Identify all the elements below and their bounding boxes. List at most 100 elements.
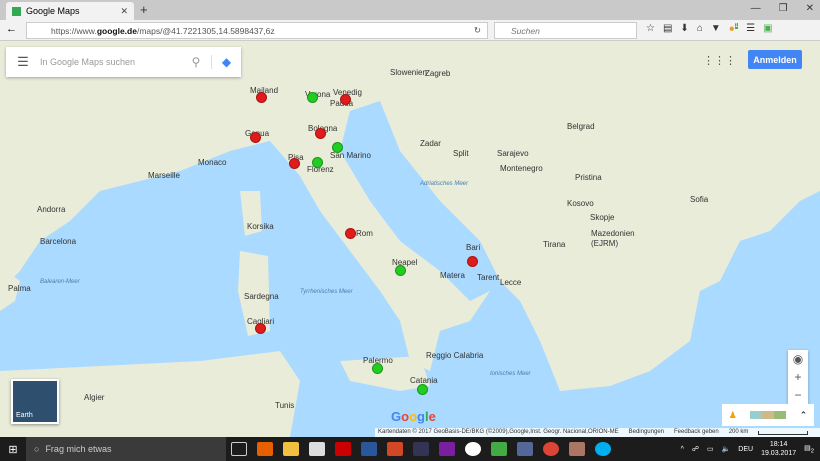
map-label-cities[interactable]: Marseille [148, 171, 180, 180]
map-label-seas[interactable]: Adriatisches Meer [420, 181, 468, 187]
restore-button[interactable]: ❐ [779, 3, 788, 14]
map-label-seas[interactable]: Tyrrhenisches Meer [300, 289, 353, 295]
hamburger-menu-icon[interactable]: ☰ [6, 54, 40, 70]
map-marker-red[interactable] [467, 256, 478, 267]
minimize-button[interactable]: — [751, 3, 761, 14]
task-view-icon[interactable] [231, 442, 247, 456]
firefox-icon[interactable] [257, 442, 273, 456]
map-marker-red[interactable] [289, 158, 300, 169]
app-icon[interactable] [335, 442, 351, 456]
imagery-thumbnails[interactable] [750, 411, 787, 419]
tab-google-maps[interactable]: Google Maps ✕ [6, 2, 134, 20]
map-label-countries[interactable]: Montenegro [500, 164, 543, 173]
map-canvas[interactable]: ItalienRumänienKroatienSlowenienBosnien … [0, 41, 820, 437]
powerpoint-icon[interactable] [387, 442, 403, 456]
game-icon[interactable] [413, 442, 429, 456]
map-label-countries[interactable]: (EJRM) [591, 239, 618, 248]
messenger-icon[interactable] [465, 442, 481, 456]
map-marker-red[interactable] [345, 228, 356, 239]
pocket-icon[interactable]: ▼ [711, 23, 721, 34]
map-marker-green[interactable] [395, 265, 406, 276]
app-icon-2[interactable] [569, 442, 585, 456]
expand-icon[interactable]: ⌃ [800, 410, 808, 421]
battery-icon[interactable]: ▭ [707, 445, 714, 453]
cortana-search[interactable]: ○ Frag mich etwas [26, 437, 226, 461]
map-label-cities[interactable]: Bari [466, 243, 480, 252]
viber-icon[interactable] [439, 442, 455, 456]
map-marker-red[interactable] [340, 94, 351, 105]
clipboard-icon[interactable]: ▤ [663, 23, 672, 34]
feedback-link[interactable]: Feedback geben [674, 428, 719, 437]
chrome-icon[interactable] [543, 442, 559, 456]
map-marker-green[interactable] [372, 363, 383, 374]
map-label-cities[interactable]: Zagreb [425, 69, 450, 78]
pegman-icon[interactable]: ♟ [729, 410, 737, 421]
map-label-cities[interactable]: Sardegna [244, 292, 279, 301]
map-label-cities[interactable]: Sarajevo [497, 149, 529, 158]
map-label-countries[interactable]: Slowenien [390, 68, 427, 77]
map-label-seas[interactable]: Ionisches Meer [490, 371, 531, 377]
browser-search-input[interactable]: Suchen [494, 22, 637, 39]
skype-icon[interactable] [595, 442, 611, 456]
map-label-cities[interactable]: Matera [440, 271, 465, 280]
back-button[interactable]: ← [6, 23, 17, 35]
map-label-cities[interactable]: Reggio Calabria [426, 351, 483, 360]
map-marker-red[interactable] [255, 323, 266, 334]
network-icon[interactable]: ☍ [692, 445, 699, 453]
map-label-cities[interactable]: Lecce [500, 278, 521, 287]
map-marker-green[interactable] [417, 384, 428, 395]
download-icon[interactable]: ⬇ [680, 23, 688, 34]
map-marker-green[interactable] [312, 157, 323, 168]
map-label-cities[interactable]: Tirana [543, 240, 565, 249]
terms-link[interactable]: Bedingungen [629, 428, 664, 437]
extension-badge-icon[interactable]: ●1 [729, 23, 739, 34]
map-marker-green[interactable] [307, 92, 318, 103]
menu-icon[interactable]: ☰ [746, 23, 755, 34]
close-tab-icon[interactable]: ✕ [120, 6, 128, 17]
map-label-cities[interactable]: Algier [84, 393, 104, 402]
reload-icon[interactable]: ↻ [474, 25, 481, 36]
store-icon[interactable] [309, 442, 325, 456]
map-label-cities[interactable]: Palma [8, 284, 31, 293]
map-label-cities[interactable]: Sofia [690, 195, 708, 204]
map-label-countries[interactable]: Mazedonien [591, 229, 635, 238]
volume-icon[interactable]: 🔈 [722, 445, 731, 453]
zoom-out-button[interactable]: − [788, 386, 808, 404]
map-label-cities[interactable]: Monaco [198, 158, 226, 167]
map-marker-red[interactable] [250, 132, 261, 143]
zoom-in-button[interactable]: + [788, 368, 808, 386]
word-icon[interactable] [361, 442, 377, 456]
map-label-cities[interactable]: Zadar [420, 139, 441, 148]
earth-view-toggle[interactable]: Earth [11, 379, 59, 424]
map-label-countries[interactable]: Kosovo [567, 199, 594, 208]
map-marker-red[interactable] [256, 92, 267, 103]
globe-app-icon[interactable] [517, 442, 533, 456]
home-icon[interactable]: ⌂ [697, 23, 703, 34]
map-label-seas[interactable]: Balearen-Meer [40, 279, 80, 285]
my-location-button[interactable]: ◉ [788, 350, 808, 368]
clock[interactable]: 18:14 19.03.2017 [761, 440, 796, 458]
map-label-cities[interactable]: Pristina [575, 173, 602, 182]
map-label-cities[interactable]: Barcelona [40, 237, 76, 246]
map-label-cities[interactable]: Skopje [590, 213, 614, 222]
start-button[interactable]: ⊞ [0, 443, 26, 456]
addon-icon[interactable]: ▣ [763, 23, 772, 34]
map-marker-red[interactable] [315, 128, 326, 139]
close-window-button[interactable]: ✕ [806, 3, 814, 14]
file-explorer-icon[interactable] [283, 442, 299, 456]
login-button[interactable]: Anmelden [748, 50, 802, 69]
map-label-cities[interactable]: Rom [356, 229, 373, 238]
map-marker-green[interactable] [332, 142, 343, 153]
map-label-cities[interactable]: Tunis [275, 401, 294, 410]
paint-icon[interactable] [491, 442, 507, 456]
maps-search-box[interactable]: ☰ In Google Maps suchen ⚲ ◆ [6, 47, 241, 77]
map-label-cities[interactable]: Tarent [477, 273, 499, 282]
language-indicator[interactable]: DEU [738, 446, 753, 453]
bookmark-star-icon[interactable]: ☆ [646, 23, 655, 34]
url-bar[interactable]: https://www. google.de/maps/@41.7221305,1… [26, 22, 488, 39]
directions-icon[interactable]: ◆ [211, 55, 241, 69]
map-label-cities[interactable]: Split [453, 149, 469, 158]
map-label-cities[interactable]: Andorra [37, 205, 65, 214]
new-tab-button[interactable]: + [140, 2, 148, 17]
search-icon[interactable]: ⚲ [181, 55, 211, 69]
